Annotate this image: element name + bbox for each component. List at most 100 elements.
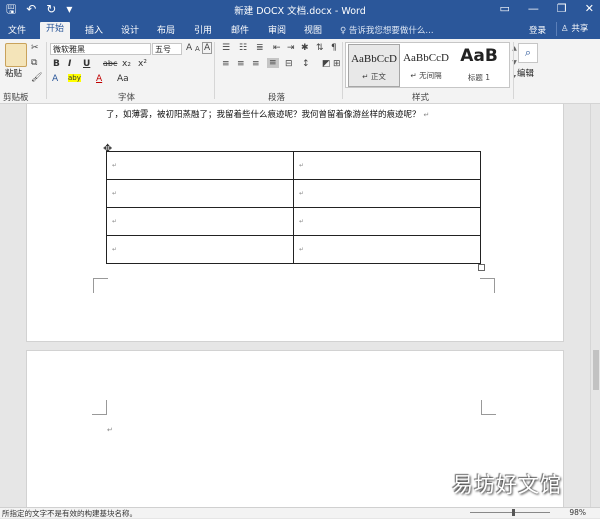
status-bar: 所指定的文字不是有效的构建基块名称。 98%: [0, 507, 600, 518]
table-cell[interactable]: ↵: [293, 235, 481, 264]
paragraph-mark: ↵: [423, 111, 430, 119]
shrink-font-icon[interactable]: A: [195, 45, 200, 53]
align-right-icon[interactable]: ≡: [252, 59, 260, 69]
shading-icon[interactable]: ◩: [322, 59, 331, 69]
cut-icon[interactable]: ✂: [31, 43, 39, 53]
font-name-combo[interactable]: 微软雅黑: [50, 43, 151, 55]
tab-file[interactable]: 文件: [8, 23, 26, 36]
window-controls: ▭ — ❐ ✕: [500, 2, 595, 15]
table-cell[interactable]: ↵: [106, 151, 294, 180]
divider: [46, 42, 47, 99]
divider: [342, 42, 343, 99]
bullets-icon[interactable]: ☰: [222, 43, 230, 53]
title-bar: 🖫 ↶ ↻ ▾ 新建 DOCX 文档.docx - Word ▭ — ❐ ✕: [0, 0, 600, 20]
table-cell[interactable]: ↵: [293, 207, 481, 236]
editing-button-label[interactable]: 编辑: [517, 67, 534, 79]
paragraph-text[interactable]: 了，如薄雾，被初阳蒸融了；我留着些什么痕迹呢？我何曾留着像游丝样的痕迹呢？ ↵: [106, 108, 429, 120]
tab-references[interactable]: 引用: [194, 23, 212, 36]
margin-corner-mark: [93, 278, 108, 293]
ribbon-display-options-icon[interactable]: ▭: [500, 2, 510, 15]
zoom-slider[interactable]: [470, 512, 550, 513]
table-cell[interactable]: ↵: [106, 179, 294, 208]
style-name: 标题 1: [467, 73, 491, 82]
underline-button[interactable]: U: [83, 59, 90, 69]
table-cell[interactable]: ↵: [293, 151, 481, 180]
sort-icon[interactable]: ⇅: [316, 43, 324, 53]
paragraph-content: 了，如薄雾，被初阳蒸融了；我留着些什么痕迹呢？我何曾留着像游丝样的痕迹呢？: [106, 110, 421, 120]
table-row: ↵ ↵: [106, 235, 481, 264]
watermark-text: 易坊好文馆: [452, 473, 562, 497]
tab-home[interactable]: 开始: [40, 22, 71, 39]
grow-font-icon[interactable]: A: [186, 43, 192, 53]
decrease-indent-icon[interactable]: ⇤: [273, 43, 281, 53]
italic-button[interactable]: I: [68, 59, 71, 69]
strikethrough-button[interactable]: abc: [103, 59, 117, 68]
table-cell[interactable]: ↵: [106, 207, 294, 236]
ribbon: 粘贴 ✂ ⧉ 🖌 剪贴板 微软雅黑 五号 A A A B I U abc x₂ …: [0, 39, 600, 104]
style-preview: AaB: [460, 46, 498, 66]
align-left-icon[interactable]: ≡: [222, 59, 230, 69]
vertical-scrollbar[interactable]: [590, 104, 600, 507]
maximize-button[interactable]: ❐: [557, 2, 567, 15]
table-cell[interactable]: ↵: [293, 179, 481, 208]
zoom-slider-knob[interactable]: [512, 509, 515, 516]
distributed-icon[interactable]: ⊟: [285, 59, 293, 69]
zoom-level[interactable]: 98%: [569, 508, 586, 517]
styles-group-label: 样式: [412, 93, 430, 103]
scrollbar-thumb[interactable]: [593, 350, 599, 390]
tab-mailings[interactable]: 邮件: [231, 23, 249, 36]
borders-icon[interactable]: ⊞: [333, 59, 341, 69]
bold-button[interactable]: B: [53, 59, 60, 69]
clear-format-icon[interactable]: A: [202, 42, 213, 54]
subscript-button[interactable]: x₂: [122, 59, 131, 69]
tell-me-search[interactable]: ♀ 告诉我您想要做什么...: [340, 24, 434, 36]
paste-icon[interactable]: [5, 43, 27, 67]
table-cell[interactable]: ↵: [106, 235, 294, 264]
margin-corner-mark: [481, 400, 496, 415]
change-case-icon[interactable]: Aa: [117, 74, 129, 84]
numbering-icon[interactable]: ☷: [239, 43, 247, 53]
tab-design[interactable]: 设计: [121, 23, 139, 36]
multilevel-list-icon[interactable]: ≣: [256, 43, 264, 53]
tab-layout[interactable]: 布局: [157, 23, 175, 36]
align-center-icon[interactable]: ≡: [237, 59, 245, 69]
minimize-button[interactable]: —: [528, 2, 539, 15]
table-row: ↵ ↵: [106, 207, 481, 236]
sign-in-link[interactable]: 登录: [529, 24, 546, 36]
text-effects-icon[interactable]: A: [52, 74, 58, 84]
font-color-icon[interactable]: A: [96, 74, 102, 84]
document-table[interactable]: ↵ ↵ ↵ ↵ ↵ ↵ ↵ ↵: [106, 151, 481, 264]
chinese-layout-icon[interactable]: ✱: [301, 43, 309, 53]
divider: [513, 42, 514, 99]
editing-icon[interactable]: ⌕: [518, 43, 538, 63]
ribbon-tabs: 文件 开始 插入 设计 布局 引用 邮件 审阅 视图 ♀ 告诉我您想要做什么..…: [0, 20, 600, 39]
style-heading-1[interactable]: AaB 标题 1: [454, 44, 504, 85]
styles-gallery: AaBbCcD ↵ 正文 AaBbCcD ↵ 无间隔 AaB 标题 1: [345, 42, 510, 88]
copy-icon[interactable]: ⧉: [31, 58, 37, 68]
paste-button-label[interactable]: 粘贴: [5, 67, 22, 79]
status-message: 所指定的文字不是有效的构建基块名称。: [2, 509, 137, 518]
table-row: ↵ ↵: [106, 151, 481, 180]
font-size-combo[interactable]: 五号: [152, 43, 182, 55]
increase-indent-icon[interactable]: ⇥: [287, 43, 295, 53]
tab-view[interactable]: 视图: [304, 23, 322, 36]
divider: [214, 42, 215, 99]
highlight-icon[interactable]: aby: [68, 74, 81, 82]
close-button[interactable]: ✕: [585, 2, 594, 15]
style-normal[interactable]: AaBbCcD ↵ 正文: [348, 44, 400, 87]
style-no-spacing[interactable]: AaBbCcD ↵ 无间隔: [401, 44, 451, 85]
table-resize-handle[interactable]: [478, 264, 485, 271]
tab-insert[interactable]: 插入: [85, 23, 103, 36]
clipboard-group-label: 剪贴板: [3, 93, 29, 103]
show-marks-icon[interactable]: ¶: [331, 43, 337, 53]
tab-review[interactable]: 审阅: [268, 23, 286, 36]
format-painter-icon[interactable]: 🖌: [31, 73, 42, 83]
style-name: ↵ 正文: [362, 72, 386, 81]
font-name-value: 微软雅黑: [53, 45, 85, 54]
justify-icon[interactable]: ≡: [267, 58, 279, 68]
style-preview: AaBbCcD: [351, 53, 397, 65]
superscript-button[interactable]: x²: [138, 59, 147, 69]
share-button[interactable]: ♙ 共享: [556, 22, 588, 36]
margin-corner-mark: [480, 278, 495, 293]
line-spacing-icon[interactable]: ↕: [302, 59, 310, 69]
